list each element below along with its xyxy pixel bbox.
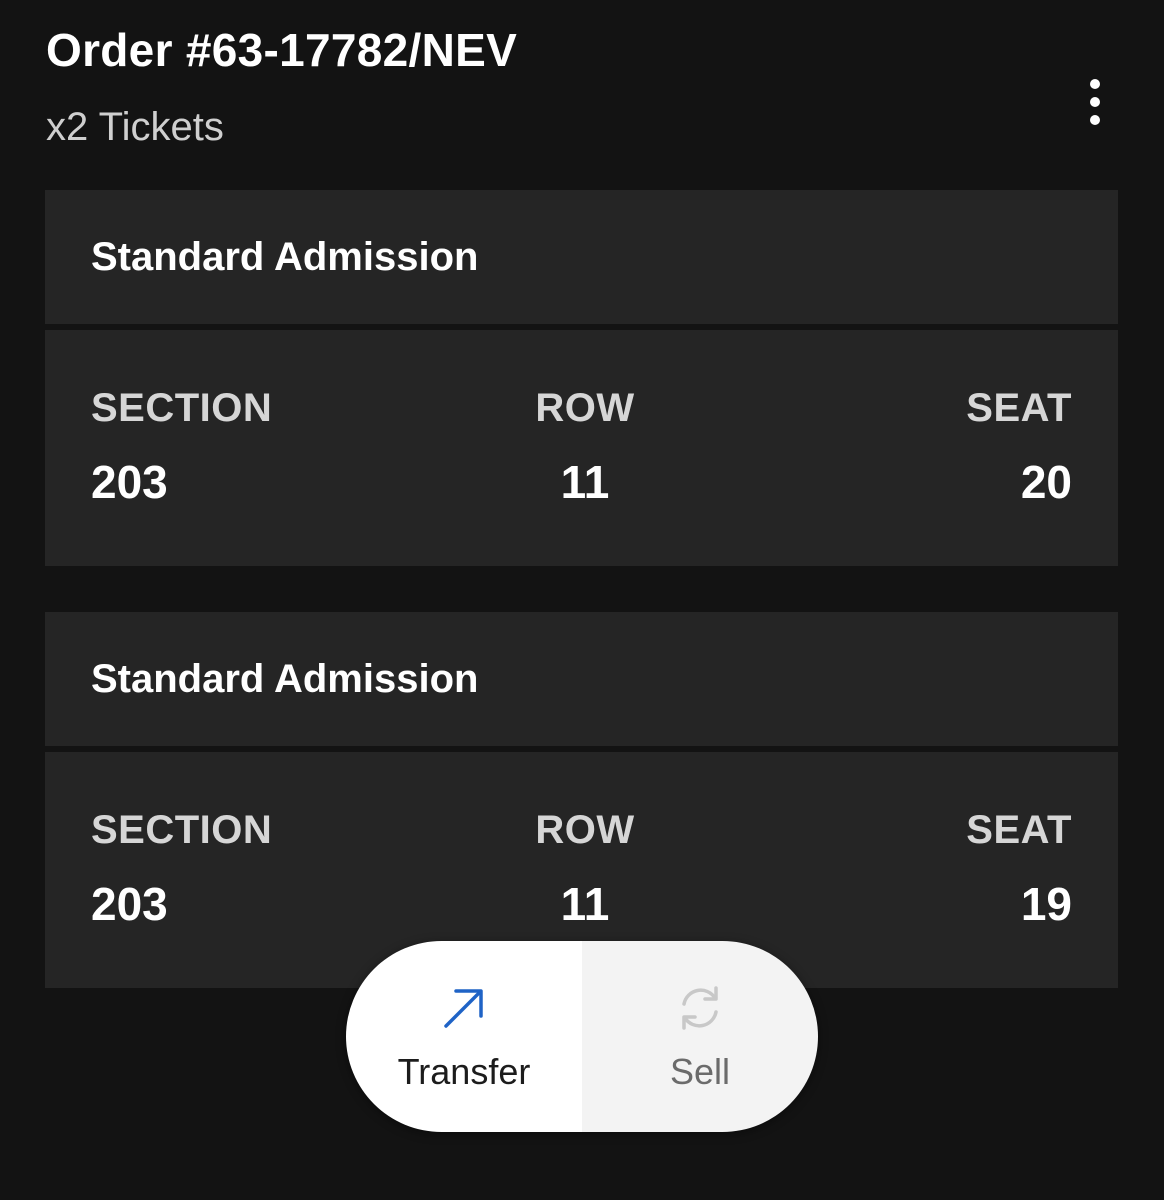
row-value: 11 [560,456,610,508]
row-column: ROW 11 [535,384,635,510]
seat-value: 20 [1020,456,1072,508]
section-value: 203 [91,456,168,508]
more-vertical-icon [1090,79,1100,89]
seat-column: SEAT 19 [966,806,1072,932]
seat-value: 19 [1020,878,1072,930]
order-header: Order #63-17782/NEV x2 Tickets [46,22,517,152]
ticket-type: Standard Admission [45,190,1118,324]
section-label: SECTION [91,808,273,852]
section-column: SECTION 203 [91,806,272,932]
section-label: SECTION [91,386,273,430]
row-value: 11 [560,878,610,930]
seat-label: SEAT [966,386,1072,430]
ticket-count: x2 Tickets [46,105,224,149]
sell-label: Sell [669,1050,731,1092]
seat-label: SEAT [966,808,1072,852]
section-column: SECTION 203 [91,384,272,510]
section-value: 203 [91,878,168,930]
ticket-actions: Transfer Sell [346,941,818,1132]
row-label: ROW [535,386,635,430]
more-options-button[interactable] [1074,72,1116,132]
row-column: ROW 11 [535,806,635,932]
ticket-type: Standard Admission [45,612,1118,746]
arrow-up-right-icon [436,980,492,1036]
more-vertical-icon-dot [1090,97,1100,107]
row-label: ROW [535,808,635,852]
ticket-details: SECTION 203 ROW 11 SEAT 20 [45,330,1118,566]
more-vertical-icon-dot [1090,115,1100,125]
seat-column: SEAT 20 [966,384,1072,510]
ticket-card[interactable]: Standard Admission SECTION 203 ROW 11 SE… [45,612,1118,988]
transfer-button[interactable]: Transfer [346,941,582,1132]
transfer-label: Transfer [397,1050,531,1092]
refresh-icon [672,980,728,1036]
sell-button[interactable]: Sell [582,941,818,1132]
order-title: Order #63-17782/NEV [46,24,518,76]
ticket-card[interactable]: Standard Admission SECTION 203 ROW 11 SE… [45,190,1118,566]
